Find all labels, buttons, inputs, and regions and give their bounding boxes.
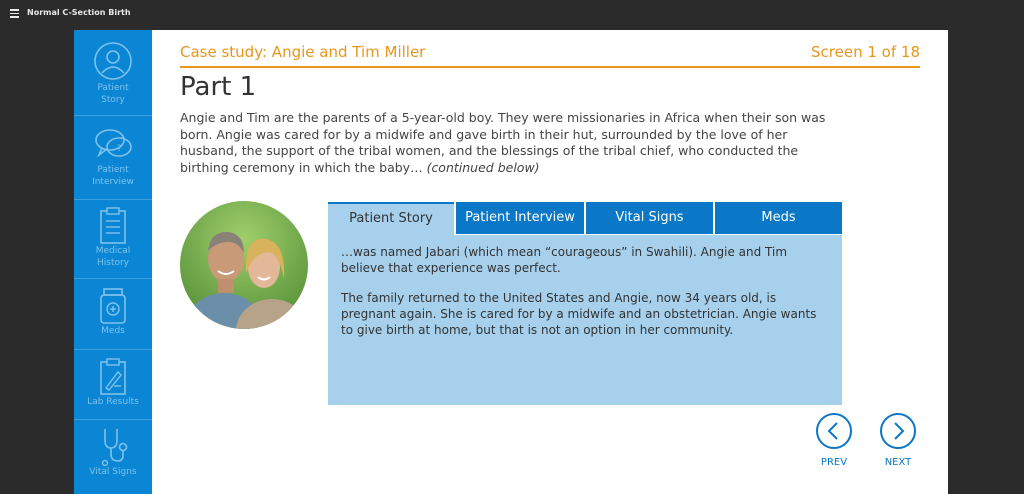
page-title: Part 1 [180,72,257,102]
sidebar-item-label: Meds [101,326,125,336]
sidebar-item-label: Vital Signs [89,467,137,477]
tab-paragraph: The family returned to the United States… [341,291,817,337]
lab-clipboard-icon [100,358,126,395]
sidebar-item-patient-story[interactable]: Patient Story [74,30,152,116]
screen-counter: Screen 1 of 18 [811,43,920,61]
chevron-left-icon [816,413,852,449]
clipboard-icon [100,207,126,244]
speech-bubble-icon: ? [95,129,132,158]
prev-label: PREV [820,457,848,468]
tab-paragraph: …was named Jabari (which mean “courageou… [341,245,788,275]
case-title: Case study: Angie and Tim Miller [180,43,426,61]
patient-photo [180,201,308,329]
sidebar-item-label: Patient [97,83,129,93]
sidebar-item-label: Patient [97,165,129,175]
continued-note: (continued below) [426,159,540,175]
course-stage: Patient Story ? Patient Interview Medica… [74,30,948,494]
app-titlebar: Normal C-Section Birth [0,0,1024,30]
chevron-right-icon [880,413,916,449]
tab-bar: Patient Story Patient Interview Vital Si… [328,202,842,236]
sidebar-item-meds[interactable]: Meds [74,279,152,350]
tab-patient-story[interactable]: Patient Story [328,202,454,236]
couple-photo-image [180,201,308,329]
prev-button[interactable]: PREV [814,412,854,468]
stethoscope-icon [101,429,128,466]
main-content: Case study: Angie and Tim Miller Screen … [180,30,920,494]
header-divider [180,66,920,68]
sidebar-item-label: Lab Results [87,397,139,407]
sidebar: Patient Story ? Patient Interview Medica… [74,30,152,494]
app-title: Normal C-Section Birth [27,8,131,17]
medicine-bottle-icon [100,288,126,324]
sidebar-item-vital-signs[interactable]: Vital Signs [74,420,152,494]
sidebar-item-label: Medical [95,246,131,256]
sidebar-item-label: Story [101,95,125,105]
user-circle-icon [94,42,132,80]
tab-vital-signs[interactable]: Vital Signs [586,202,713,234]
tab-patient-interview[interactable]: Patient Interview [456,202,584,234]
sidebar-item-lab-results[interactable]: Lab Results [74,350,152,420]
sidebar-item-patient-interview[interactable]: ? Patient Interview [74,116,152,200]
intro-paragraph: Angie and Tim are the parents of a 5-yea… [180,110,830,176]
next-button[interactable]: NEXT [878,412,918,468]
tab-panel: …was named Jabari (which mean “courageou… [328,235,842,405]
svg-text:?: ? [117,144,122,154]
sidebar-item-medical-history[interactable]: Medical History [74,200,152,279]
next-label: NEXT [884,457,912,468]
sidebar-item-label: Interview [92,177,134,187]
tab-meds[interactable]: Meds [715,202,842,234]
hamburger-icon[interactable] [10,9,19,18]
sidebar-item-label: History [96,258,130,268]
